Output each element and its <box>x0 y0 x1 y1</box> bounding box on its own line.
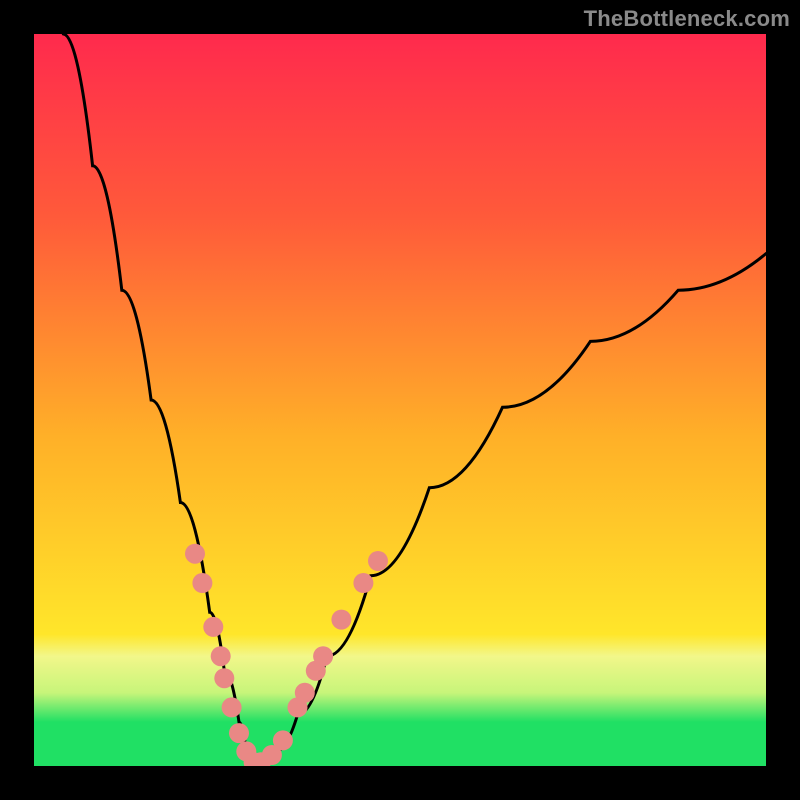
data-point <box>368 551 388 571</box>
data-point <box>273 730 293 750</box>
data-point <box>211 646 231 666</box>
data-point <box>295 683 315 703</box>
bottleneck-curve <box>63 34 766 766</box>
data-point <box>192 573 212 593</box>
data-point <box>229 723 249 743</box>
chart-svg <box>34 34 766 766</box>
data-point <box>313 646 333 666</box>
chart-frame: TheBottleneck.com <box>0 0 800 800</box>
data-point <box>353 573 373 593</box>
data-point <box>331 610 351 630</box>
chart-plot-area <box>34 34 766 766</box>
data-point <box>214 668 234 688</box>
data-point <box>222 697 242 717</box>
data-point <box>203 617 223 637</box>
data-point <box>185 544 205 564</box>
watermark-label: TheBottleneck.com <box>584 6 790 32</box>
